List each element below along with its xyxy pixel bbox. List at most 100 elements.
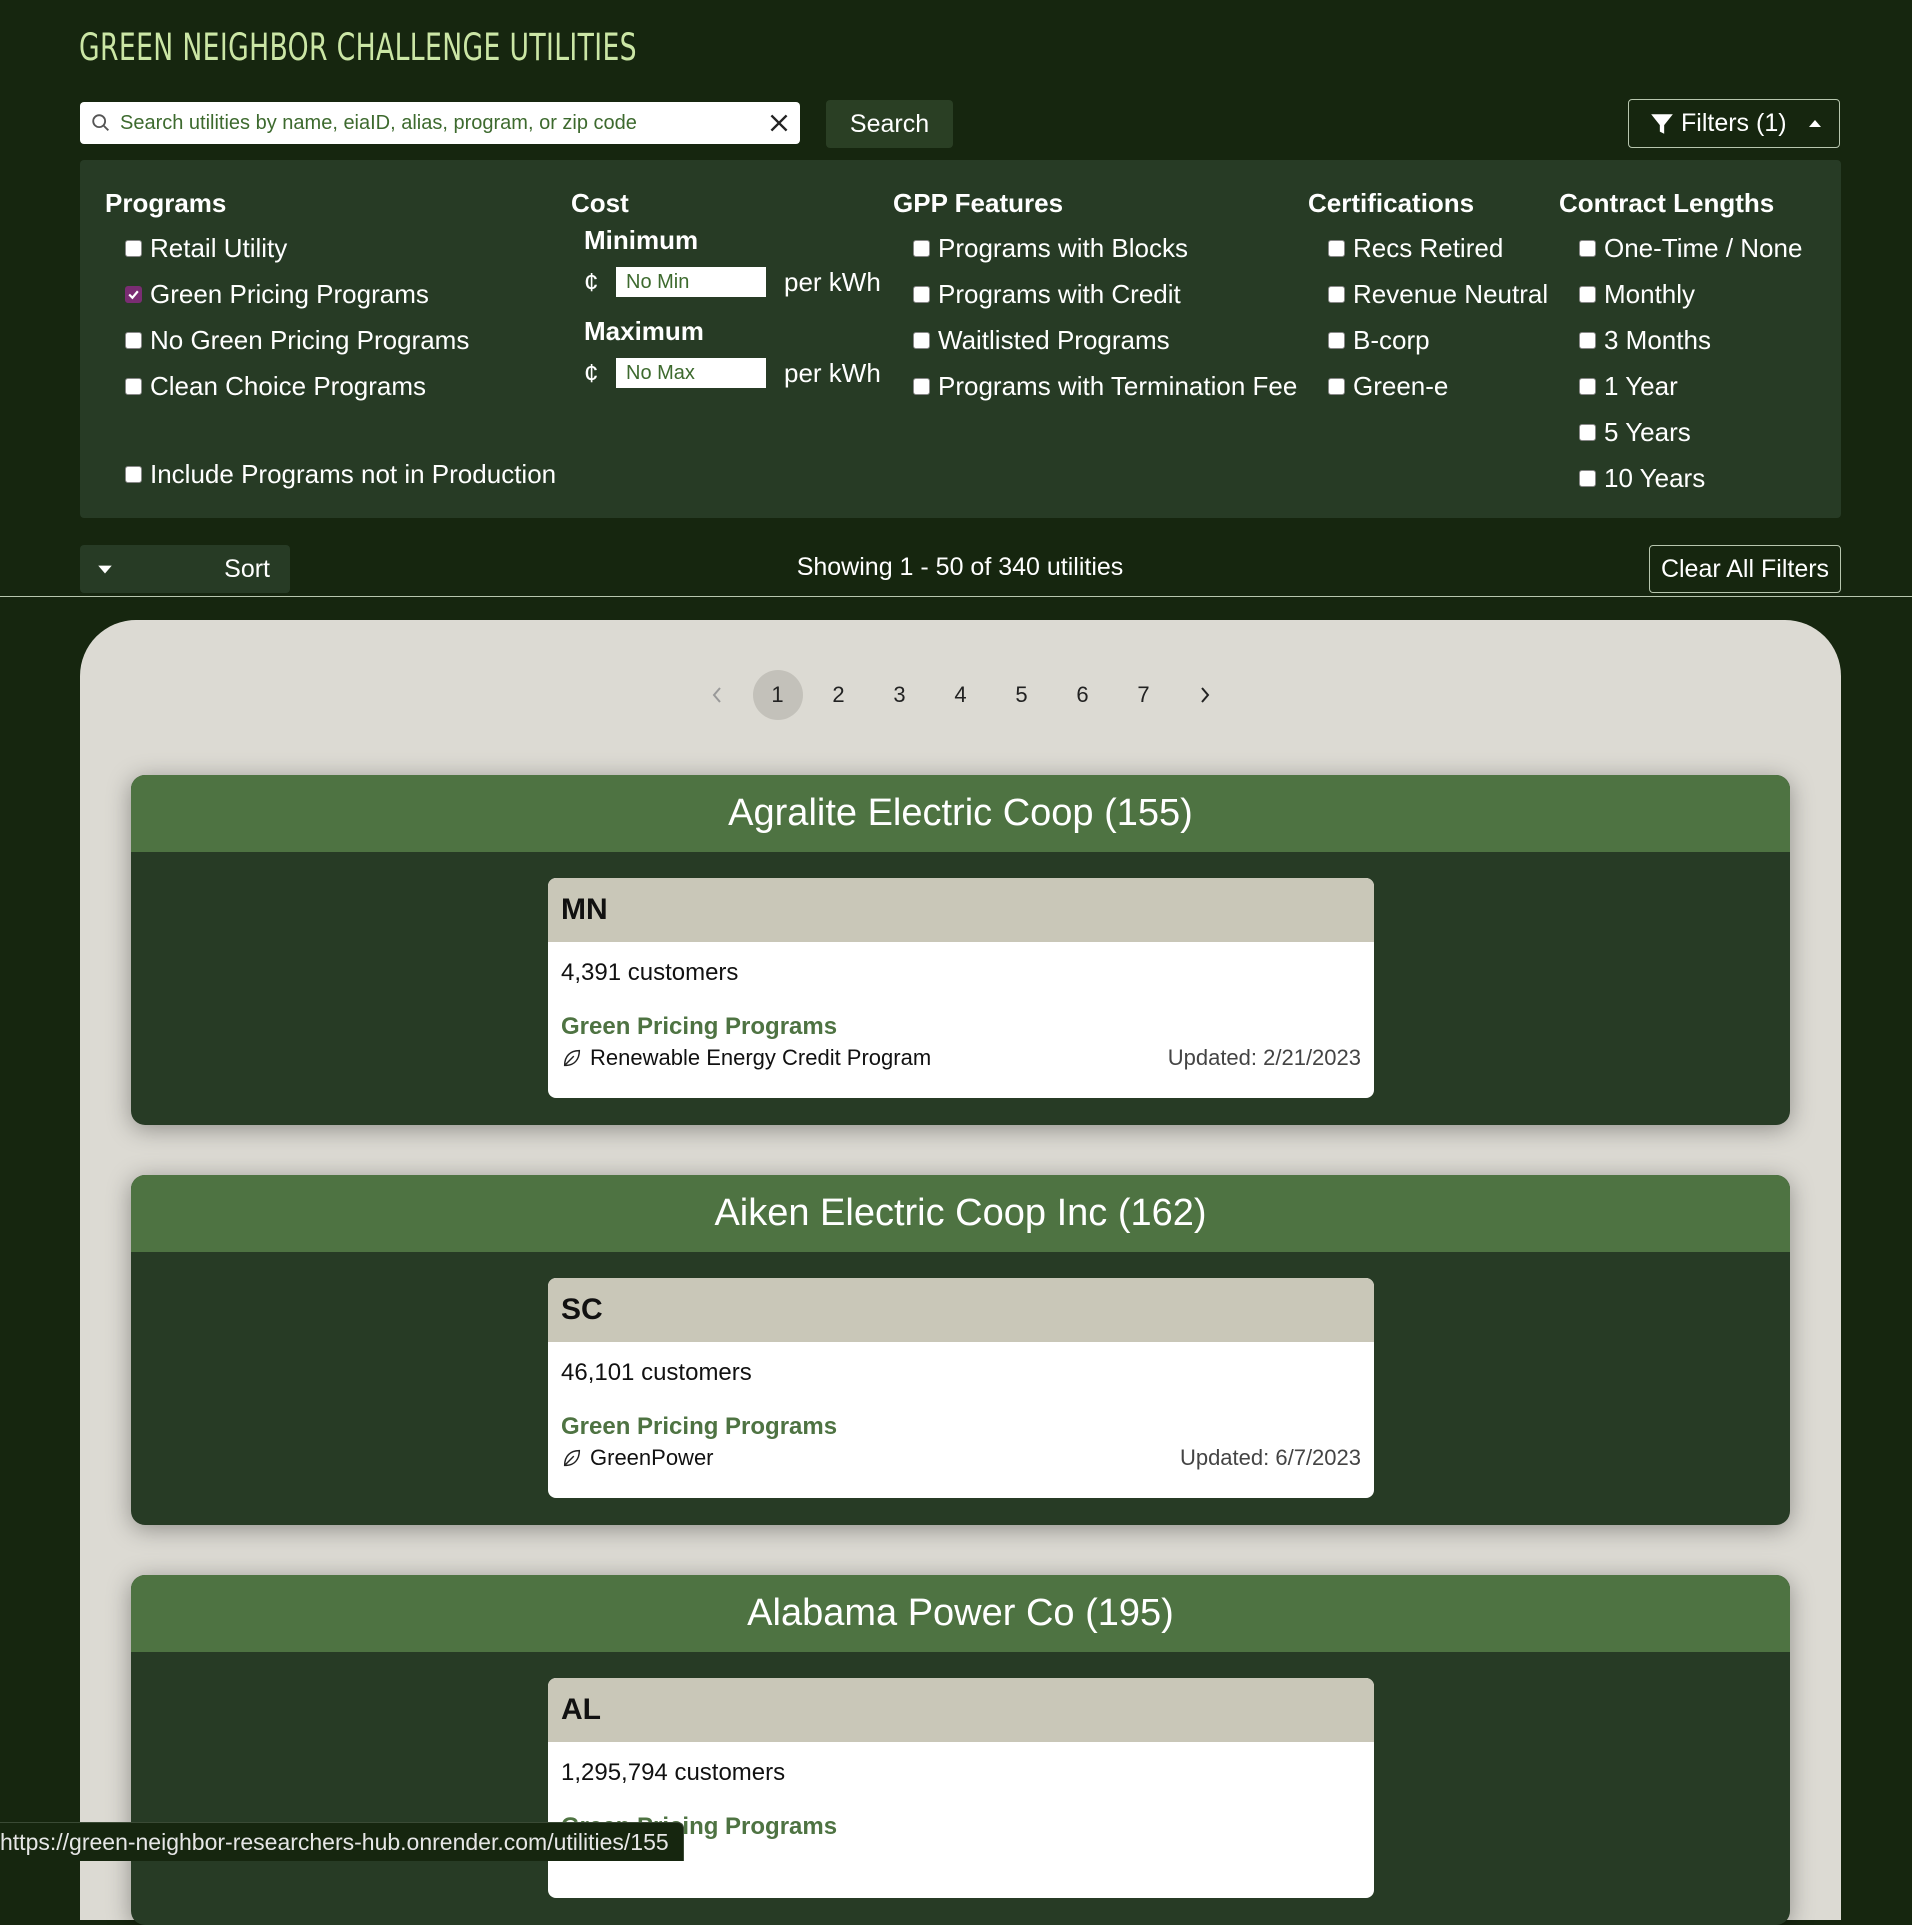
- filter-option-label: Programs with Credit: [938, 278, 1181, 309]
- min-cost-input[interactable]: No Min: [616, 267, 766, 297]
- chevron-left-icon: [712, 687, 721, 703]
- utility-name[interactable]: Agralite Electric Coop (155): [131, 775, 1790, 852]
- results-count: Showing 1 - 50 of 340 utilities: [796, 553, 1124, 581]
- page-button[interactable]: 7: [1119, 670, 1169, 720]
- checkbox[interactable]: [1328, 331, 1345, 349]
- filter-option[interactable]: 3 Months: [1559, 317, 1802, 363]
- state-code: SC: [548, 1278, 1374, 1342]
- clear-search-icon[interactable]: [766, 110, 792, 136]
- caret-down-icon: [98, 565, 112, 574]
- pagination: 1234567: [80, 670, 1841, 720]
- filter-option-label: Green-e: [1353, 370, 1449, 401]
- checkbox[interactable]: [125, 331, 142, 349]
- filter-option[interactable]: Clean Choice Programs: [105, 363, 556, 409]
- checkbox[interactable]: [125, 377, 142, 395]
- clear-all-filters-button[interactable]: Clear All Filters: [1649, 545, 1841, 593]
- program-name: Renewable Energy Credit Program: [590, 1045, 932, 1070]
- filter-option[interactable]: Programs with Termination Fee: [893, 363, 1297, 409]
- filter-option[interactable]: Revenue Neutral: [1308, 271, 1548, 317]
- currency-symbol: ¢: [584, 357, 599, 388]
- checkbox[interactable]: [1579, 239, 1596, 257]
- search-input[interactable]: [118, 110, 766, 136]
- filter-panel: Programs Retail Utility Green Pricing Pro…: [80, 160, 1841, 518]
- filter-icon: [1651, 113, 1673, 134]
- filter-option[interactable]: Programs with Blocks: [893, 225, 1297, 271]
- next-page-button[interactable]: [1180, 670, 1230, 720]
- filter-option[interactable]: 1 Year: [1559, 363, 1802, 409]
- certifications-filter-group: Certifications Recs Retired Revenue Neutr…: [1308, 188, 1548, 409]
- leaf-icon: [563, 1049, 581, 1067]
- minimum-label: Minimum: [584, 225, 699, 255]
- filter-option[interactable]: Green Pricing Programs: [105, 271, 556, 317]
- filter-option-label: Retail Utility: [150, 232, 288, 263]
- leaf-icon: [563, 1449, 581, 1467]
- checkbox[interactable]: [1579, 285, 1596, 303]
- page-button[interactable]: 5: [997, 670, 1047, 720]
- checkbox[interactable]: [1328, 285, 1345, 303]
- filters-button-label: Filters (1): [1681, 109, 1787, 137]
- checkbox[interactable]: [1579, 469, 1596, 487]
- page-button[interactable]: 6: [1058, 670, 1108, 720]
- results-panel: 1234567 Agralite Electric Coop (155) MN 4,…: [80, 620, 1841, 1925]
- certifications-heading: Certifications: [1308, 188, 1475, 218]
- filters-toggle-button[interactable]: Filters (1): [1628, 99, 1840, 148]
- utility-name[interactable]: Aiken Electric Coop Inc (162): [131, 1175, 1790, 1252]
- checkbox[interactable]: [125, 239, 142, 257]
- programs-filter-group: Programs Retail Utility Green Pricing Pro…: [105, 188, 556, 497]
- checkbox[interactable]: [913, 285, 930, 303]
- filter-option[interactable]: Retail Utility: [105, 225, 556, 271]
- filter-option-label: 5 Years: [1604, 416, 1691, 447]
- filter-option[interactable]: 5 Years: [1559, 409, 1802, 455]
- filter-option[interactable]: One-Time / None: [1559, 225, 1802, 271]
- program-row: Renewable Energy Credit Program Updated: …: [561, 1045, 1361, 1071]
- state-code: AL: [548, 1678, 1374, 1742]
- sort-button[interactable]: Sort: [80, 545, 290, 593]
- filter-option[interactable]: Recs Retired: [1308, 225, 1548, 271]
- filter-option-label: Recs Retired: [1353, 232, 1504, 263]
- program-row: GreenPower Updated: 6/7/2023: [561, 1445, 1361, 1471]
- checkbox-include-not-in-production[interactable]: Include Programs not in Production: [105, 451, 556, 497]
- checkbox[interactable]: [1579, 377, 1596, 395]
- checkbox[interactable]: [913, 239, 930, 257]
- utility-card: Agralite Electric Coop (155) MN 4,391 cust…: [131, 775, 1790, 1125]
- checkbox[interactable]: [1579, 423, 1596, 441]
- page-button[interactable]: 3: [875, 670, 925, 720]
- chevron-right-icon: [1200, 687, 1209, 703]
- filter-option[interactable]: Monthly: [1559, 271, 1802, 317]
- divider: [0, 596, 1912, 597]
- checkbox[interactable]: [913, 331, 930, 349]
- prev-page-button[interactable]: [692, 670, 742, 720]
- page-button[interactable]: 2: [814, 670, 864, 720]
- state-card[interactable]: AL 1,295,794 customers Green Pricing Progr…: [548, 1678, 1374, 1898]
- filter-option-label: 1 Year: [1604, 370, 1678, 401]
- programs-heading: Programs: [105, 188, 227, 218]
- updated-date: Updated: 6/7/2023: [1179, 1445, 1361, 1470]
- contract-lengths-heading: Contract Lengths: [1559, 188, 1775, 218]
- filter-option[interactable]: Waitlisted Programs: [893, 317, 1297, 363]
- sort-label: Sort: [224, 554, 270, 583]
- checkbox-checked[interactable]: [125, 285, 142, 303]
- checkbox[interactable]: [913, 377, 930, 395]
- state-card[interactable]: SC 46,101 customers Green Pricing Programs…: [548, 1278, 1374, 1498]
- filter-option-label: 10 Years: [1604, 462, 1706, 493]
- page-button[interactable]: 1: [752, 670, 803, 720]
- max-cost-input[interactable]: No Max: [616, 358, 766, 388]
- updated-date: Updated: 2/21/2023: [1167, 1045, 1361, 1070]
- filter-option[interactable]: No Green Pricing Programs: [105, 317, 556, 363]
- filter-option[interactable]: Green-e: [1308, 363, 1548, 409]
- checkbox[interactable]: [1579, 331, 1596, 349]
- state-card[interactable]: MN 4,391 customers Green Pricing Programs R…: [548, 878, 1374, 1098]
- checkbox[interactable]: [1328, 377, 1345, 395]
- contract-lengths-filter-group: Contract Lengths One-Time / None Monthly 3…: [1559, 188, 1802, 501]
- checkbox[interactable]: [125, 465, 142, 483]
- checkbox[interactable]: [1328, 239, 1345, 257]
- utility-card: Aiken Electric Coop Inc (162) SC 46,101 cu…: [131, 1175, 1790, 1525]
- filter-option[interactable]: B-corp: [1308, 317, 1548, 363]
- utility-name[interactable]: Alabama Power Co (195): [131, 1575, 1790, 1652]
- search-button[interactable]: Search: [826, 100, 953, 148]
- page-button[interactable]: 4: [936, 670, 986, 720]
- filter-option[interactable]: Programs with Credit: [893, 271, 1297, 317]
- filter-option[interactable]: 10 Years: [1559, 455, 1802, 501]
- currency-symbol: ¢: [584, 266, 599, 297]
- filter-option-label: Green Pricing Programs: [150, 278, 429, 309]
